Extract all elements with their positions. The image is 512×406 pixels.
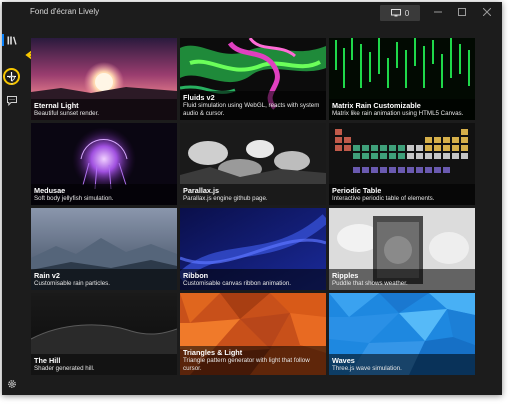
display-count: 0 bbox=[404, 8, 410, 18]
tile-caption: Parallax.js Parallax.js engine github pa… bbox=[180, 183, 326, 205]
tile-caption: Ripples Puddle that shows weather. bbox=[329, 268, 475, 290]
tile-title: Eternal Light bbox=[34, 100, 79, 110]
tile-title: Ribbon bbox=[183, 270, 209, 280]
tile-title: Medusae bbox=[34, 185, 66, 195]
wallpaper-tile-fluids-v2[interactable]: Fluids v2 Fluid simulation using WebGL, … bbox=[180, 38, 326, 120]
maximize-icon bbox=[458, 8, 466, 16]
tile-description: Customisable rain particles. bbox=[34, 279, 110, 287]
maximize-button[interactable] bbox=[452, 5, 472, 19]
title-bar: Fond d'écran Lively 0 bbox=[2, 2, 502, 24]
tile-caption: Periodic Table Interactive periodic tabl… bbox=[329, 183, 475, 205]
wallpaper-tile-medusae[interactable]: Medusae Soft body jellyfish simulation. bbox=[31, 123, 177, 205]
wallpaper-tile-eternal-light[interactable]: Eternal Light Beautiful sunset render. bbox=[31, 38, 177, 120]
wallpaper-tile-ribbon[interactable]: Ribbon Customisable canvas ribbon animat… bbox=[180, 208, 326, 290]
tile-description: Triangle pattern generator with light th… bbox=[183, 357, 310, 372]
minimize-button[interactable] bbox=[428, 5, 448, 19]
close-icon bbox=[483, 8, 491, 16]
tile-caption: The Hill Shader generated hill. bbox=[31, 353, 177, 375]
library-nav-item[interactable] bbox=[2, 33, 22, 47]
tile-title: Matrix Rain Customizable bbox=[332, 100, 421, 110]
tile-title: Periodic Table bbox=[332, 185, 382, 195]
tile-caption: Fluids v2 Fluid simulation using WebGL, … bbox=[180, 91, 326, 120]
tile-description: Matrix like rain animation using HTML5 C… bbox=[332, 109, 464, 117]
tile-description: Beautiful sunset render. bbox=[34, 109, 100, 117]
window-title: Fond d'écran Lively bbox=[30, 7, 100, 16]
display-selector-button[interactable]: 0 bbox=[380, 5, 420, 21]
tile-caption: Triangles & Light Triangle pattern gener… bbox=[180, 346, 326, 375]
wallpaper-grid: Eternal Light Beautiful sunset render. F… bbox=[31, 38, 477, 375]
settings-nav-item[interactable] bbox=[2, 378, 22, 390]
wallpaper-tile-ripples[interactable]: Ripples Puddle that shows weather. bbox=[329, 208, 475, 290]
wallpaper-tile-matrix-rain[interactable]: Matrix Rain Customizable Matrix like rai… bbox=[329, 38, 475, 120]
tile-title: Waves bbox=[332, 355, 355, 365]
tile-title: Fluids v2 bbox=[183, 93, 215, 102]
tile-title: Triangles & Light bbox=[183, 348, 243, 357]
wallpaper-tile-parallax-js[interactable]: Parallax.js Parallax.js engine github pa… bbox=[180, 123, 326, 205]
wallpaper-tile-the-hill[interactable]: The Hill Shader generated hill. bbox=[31, 293, 177, 375]
tile-description: Puddle that shows weather. bbox=[332, 279, 408, 287]
wallpaper-tile-triangles-light[interactable]: Triangles & Light Triangle pattern gener… bbox=[180, 293, 326, 375]
tile-caption: Matrix Rain Customizable Matrix like rai… bbox=[329, 98, 475, 120]
help-icon bbox=[9, 75, 16, 85]
wallpaper-tile-periodic-table[interactable]: Periodic Table Interactive periodic tabl… bbox=[329, 123, 475, 205]
wallpaper-tile-rain-v2[interactable]: Rain v2 Customisable rain particles. bbox=[31, 208, 177, 290]
tile-caption: Eternal Light Beautiful sunset render. bbox=[31, 98, 177, 120]
library-icon bbox=[7, 36, 17, 45]
tile-caption: Medusae Soft body jellyfish simulation. bbox=[31, 183, 177, 205]
tile-caption: Ribbon Customisable canvas ribbon animat… bbox=[180, 268, 326, 290]
tile-caption: Waves Three.js wave simulation. bbox=[329, 353, 475, 375]
wallpaper-tile-waves[interactable]: Waves Three.js wave simulation. bbox=[329, 293, 475, 375]
feedback-nav-item[interactable] bbox=[2, 95, 22, 107]
tile-description: Customisable canvas ribbon animation. bbox=[183, 279, 291, 287]
close-button[interactable] bbox=[477, 5, 497, 19]
settings-icon bbox=[8, 380, 16, 388]
tile-title: The Hill bbox=[34, 355, 61, 365]
tile-description: Soft body jellyfish simulation. bbox=[34, 194, 114, 202]
help-nav-item[interactable] bbox=[2, 74, 22, 86]
app-window: Fond d'écran Lively 0 Eternal Light Beau… bbox=[2, 2, 502, 395]
tile-title: Rain v2 bbox=[34, 270, 60, 280]
tile-description: Interactive periodic table of elements. bbox=[332, 194, 435, 202]
tile-description: Fluid simulation using WebGL, reacts wit… bbox=[183, 102, 320, 117]
tile-caption: Rain v2 Customisable rain particles. bbox=[31, 268, 177, 290]
feedback-icon bbox=[7, 96, 17, 106]
minimize-icon bbox=[434, 11, 442, 13]
tile-title: Ripples bbox=[332, 270, 359, 280]
sidebar bbox=[2, 24, 22, 395]
tile-description: Shader generated hill. bbox=[34, 364, 95, 372]
tile-description: Parallax.js engine github page. bbox=[183, 194, 268, 202]
tile-description: Three.js wave simulation. bbox=[332, 364, 402, 372]
tile-title: Parallax.js bbox=[183, 185, 220, 195]
display-icon bbox=[390, 9, 401, 17]
